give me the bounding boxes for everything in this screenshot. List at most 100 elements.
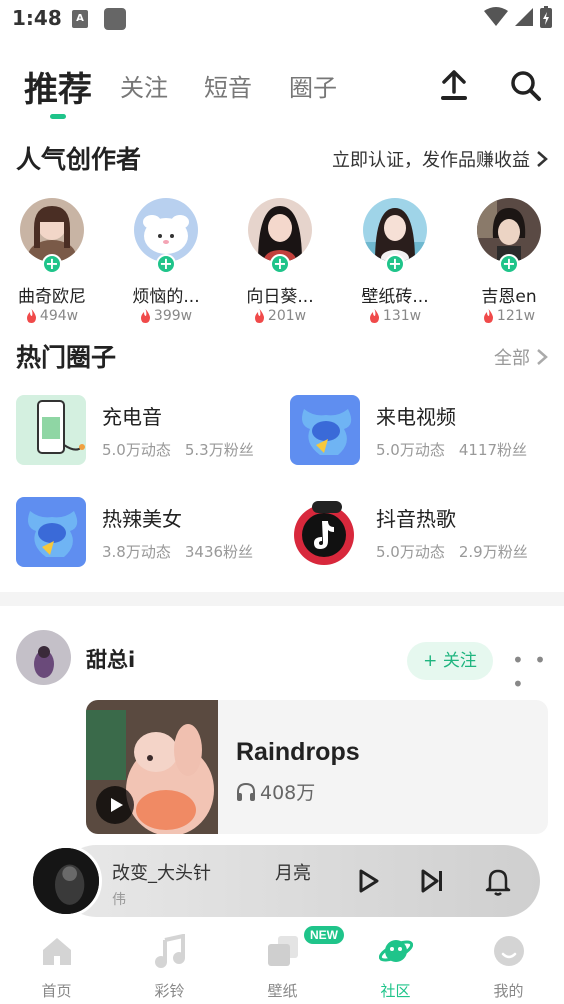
circle-fans: 3436粉丝 [184,543,254,561]
creator-certify-link[interactable]: 立即认证，发作品赚收益 [332,146,548,172]
battery-icon [540,6,552,28]
tab-community[interactable]: 社区 [339,930,452,1004]
creator-heat: 399w [116,308,216,324]
circle-posts: 5.0万动态 [376,441,445,459]
creator-name: 吉恩en [481,287,537,307]
play-count: 408万 [236,778,315,805]
play-button[interactable] [96,786,134,824]
view-all-circles-link[interactable]: 全部 [494,344,548,370]
circle-item[interactable]: 热辣美女 3.8万动态 3436粉丝 [16,497,286,569]
circle-thumbnail [290,497,360,567]
flame-icon [483,309,493,323]
bell-icon[interactable] [482,865,514,897]
upload-icon[interactable] [436,68,472,104]
status-time: 1:48 [12,6,62,30]
heat-value: 201w [267,308,307,324]
avatar[interactable] [16,630,71,685]
app-status-icon [104,8,126,30]
creator-name: 向日葵... [246,287,314,307]
wallpaper-icon [268,936,298,966]
section-title: 人气创作者 [16,145,142,174]
creator-name: 壁纸砖... [361,287,429,307]
heat-value: 494w [39,308,79,324]
avatar [20,198,84,262]
circle-fans: 4117粉丝 [458,441,528,459]
avatar [134,198,198,262]
follow-plus-icon[interactable]: + [385,254,405,274]
status-right [484,6,552,28]
section-title: 热门圈子 [16,343,117,372]
tab-home[interactable]: 首页 [0,930,113,1004]
post-username[interactable]: 甜总i [86,644,135,674]
follow-plus-icon[interactable]: + [42,254,62,274]
creators-list: + 曲奇欧尼 494w + 烦恼的... 399w + 向日葵... 201w … [0,196,564,331]
chevron-right-icon [537,349,548,365]
follow-plus-icon[interactable]: + [156,254,176,274]
creator-item[interactable]: + 烦恼的... 399w [116,196,216,331]
tab-following[interactable]: 关注 [120,68,168,103]
circle-posts: 5.0万动态 [376,543,445,561]
circle-stats: 5.0万动态 4117粉丝 [376,439,527,460]
new-badge: NEW [304,926,344,944]
circle-posts: 5.0万动态 [102,441,171,459]
avatar [363,198,427,262]
circle-item[interactable]: 来电视频 5.0万动态 4117粉丝 [290,395,560,467]
tab-circles[interactable]: 圈子 [289,68,337,103]
play-icon[interactable] [352,865,384,897]
creator-item[interactable]: + 向日葵... 201w [230,196,330,331]
creator-name: 曲奇欧尼 [18,287,86,307]
profile-icon [494,936,524,966]
heat-value: 121w [496,308,536,324]
signal-icon [515,8,533,26]
search-icon[interactable] [508,68,544,104]
creator-item[interactable]: + 曲奇欧尼 494w [2,196,102,331]
circle-fans: 2.9万粉丝 [458,543,528,561]
follow-button[interactable]: + 关注 [407,642,493,680]
tab-label: 社区 [380,982,411,1000]
tab-label: 我的 [493,982,524,1000]
certify-label: 立即认证，发作品赚收益 [332,150,530,171]
creator-item[interactable]: + 吉恩en 121w [459,196,559,331]
music-card[interactable]: Raindrops 408万 [86,700,548,834]
circle-item[interactable]: 充电音 5.0万动态 5.3万粉丝 [16,395,286,467]
bottom-tab-bar: 首页 彩铃 壁纸 社区 我的 [0,924,564,1004]
circle-name: 来电视频 [376,405,456,429]
chevron-right-icon [537,151,548,167]
tab-profile[interactable]: 我的 [452,930,564,1004]
creator-item[interactable]: + 壁纸砖... 131w [345,196,445,331]
creators-section-header: 人气创作者 立即认证，发作品赚收益 [16,140,548,180]
creator-heat: 131w [345,308,445,324]
avatar [477,198,541,262]
play-icon [111,798,123,812]
next-track-icon[interactable] [416,865,448,897]
active-tab-indicator [50,114,66,119]
headphones-icon [237,782,255,801]
circle-stats: 5.0万动态 5.3万粉丝 [102,439,254,460]
wifi-icon [484,7,508,26]
circle-name: 抖音热歌 [376,507,456,531]
more-options-icon[interactable]: • • • [512,648,548,696]
follow-plus-icon[interactable]: + [270,254,290,274]
tab-short-audio[interactable]: 短音 [204,68,252,103]
tab-ringtone[interactable]: 彩铃 [113,930,226,1004]
circle-name: 热辣美女 [102,507,182,531]
flame-icon [369,309,379,323]
circle-item[interactable]: 抖音热歌 5.0万动态 2.9万粉丝 [290,497,560,569]
mini-player[interactable]: 改变_大头针 月亮 伟 [30,845,540,917]
tab-recommend[interactable]: 推荐 [24,62,92,111]
creator-heat: 121w [459,308,559,324]
accessibility-status-icon: A [72,10,88,28]
heat-value: 131w [382,308,422,324]
circle-thumbnail [16,497,86,567]
now-playing-artist: 伟 [112,892,126,908]
post-header: 甜总i + 关注 • • • [16,630,548,696]
now-playing-title-left: 改变_大头针 [112,863,211,884]
circle-stats: 3.8万动态 3436粉丝 [102,541,253,562]
avatar [248,198,312,262]
creator-heat: 201w [230,308,330,324]
heat-value: 399w [153,308,193,324]
follow-plus-icon[interactable]: + [499,254,519,274]
now-playing-cover[interactable] [30,845,102,917]
flame-icon [254,309,264,323]
circles-section-header: 热门圈子 全部 [16,338,548,378]
